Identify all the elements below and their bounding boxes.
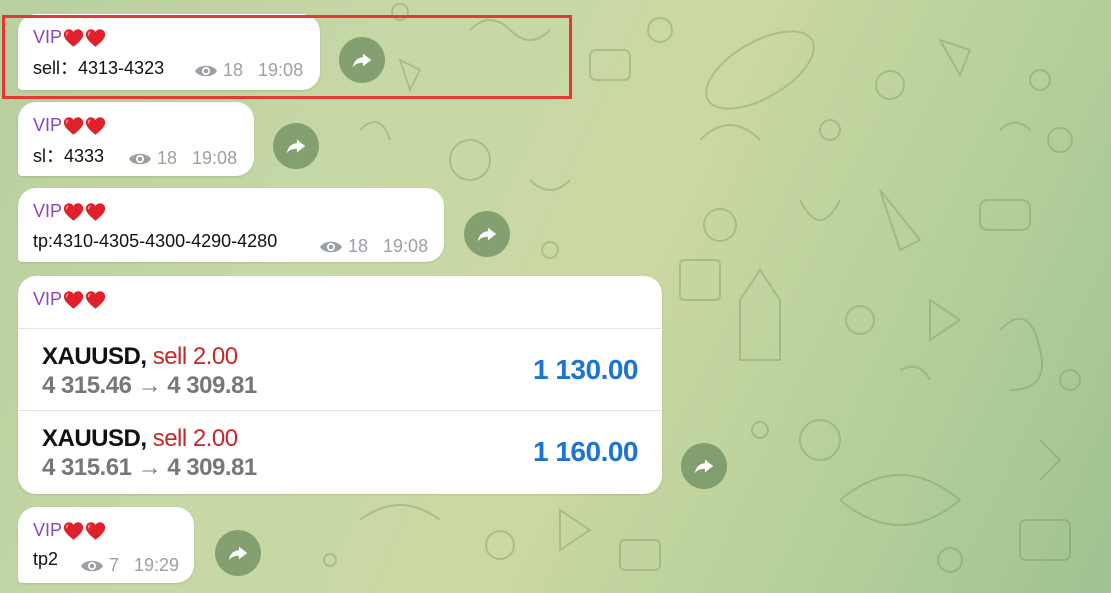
trade-side: sell 2.00 <box>152 343 238 370</box>
forward-button[interactable] <box>215 530 261 576</box>
view-count: 7 <box>109 555 120 575</box>
selection-highlight <box>2 15 572 99</box>
heart-icon <box>85 202 106 221</box>
message-meta: 18 19:08 <box>319 236 428 257</box>
trade-symbol: XAUUSD, sell 2.00 <box>42 343 238 370</box>
forward-arrow-icon <box>228 546 248 561</box>
message-bubble[interactable]: VIP sl：4333 18 19:08 <box>18 102 254 176</box>
hearts-emoji <box>63 290 106 310</box>
trade-row: XAUUSD, sell 2.00 4 315.46 → 4 309.81 1 … <box>18 328 662 411</box>
message-time: 19:08 <box>192 148 238 168</box>
trade-profit: 1 130.00 <box>533 354 639 385</box>
message-text: sl：4333 <box>33 146 105 166</box>
sender-name: VIP <box>33 289 106 310</box>
heart-icon <box>85 290 106 309</box>
trade-row: XAUUSD, sell 2.00 4 315.61 → 4 309.81 1 … <box>18 410 662 493</box>
message-bubble[interactable]: VIP tp2 7 19:29 <box>18 507 194 583</box>
hearts-emoji <box>63 521 106 541</box>
trade-side: sell 2.00 <box>152 425 238 452</box>
heart-icon <box>63 521 84 540</box>
forward-arrow-icon <box>694 459 714 474</box>
trade-results-message[interactable]: VIP XAUUSD, sell 2.00 4 315.46 → 4 309.8… <box>18 276 662 494</box>
hearts-emoji <box>63 116 106 136</box>
trade-prices: 4 315.46 → 4 309.81 <box>42 372 257 399</box>
forward-button[interactable] <box>464 211 510 257</box>
message-meta: 7 19:29 <box>80 555 179 576</box>
message-text: tp:4310-4305-4300-4290-4280 <box>33 231 278 251</box>
view-count: 18 <box>348 236 369 256</box>
trade-profit: 1 160.00 <box>533 436 639 467</box>
message-time: 19:29 <box>134 555 180 575</box>
message-time: 19:08 <box>383 236 429 256</box>
message-text: tp2 <box>33 549 59 569</box>
eye-icon <box>129 153 151 164</box>
heart-icon <box>85 116 106 135</box>
forward-button[interactable] <box>681 443 727 489</box>
heart-icon <box>63 290 84 309</box>
eye-icon <box>81 560 103 571</box>
view-count: 18 <box>157 148 178 168</box>
trade-symbol: XAUUSD, sell 2.00 <box>42 425 238 452</box>
forward-button[interactable] <box>273 123 319 169</box>
heart-icon <box>63 116 84 135</box>
sender-name: VIP <box>33 520 106 541</box>
sender-name: VIP <box>33 115 106 136</box>
message-meta: 18 19:08 <box>128 148 237 169</box>
message-bubble[interactable]: VIP tp:4310-4305-4300-4290-4280 18 19:08 <box>18 188 444 262</box>
forward-arrow-icon <box>286 139 306 154</box>
sender-name: VIP <box>33 201 106 222</box>
heart-icon <box>63 202 84 221</box>
eye-icon <box>320 241 342 252</box>
hearts-emoji <box>63 202 106 222</box>
heart-icon <box>85 521 106 540</box>
forward-arrow-icon <box>477 227 497 242</box>
trade-prices: 4 315.61 → 4 309.81 <box>42 454 257 481</box>
